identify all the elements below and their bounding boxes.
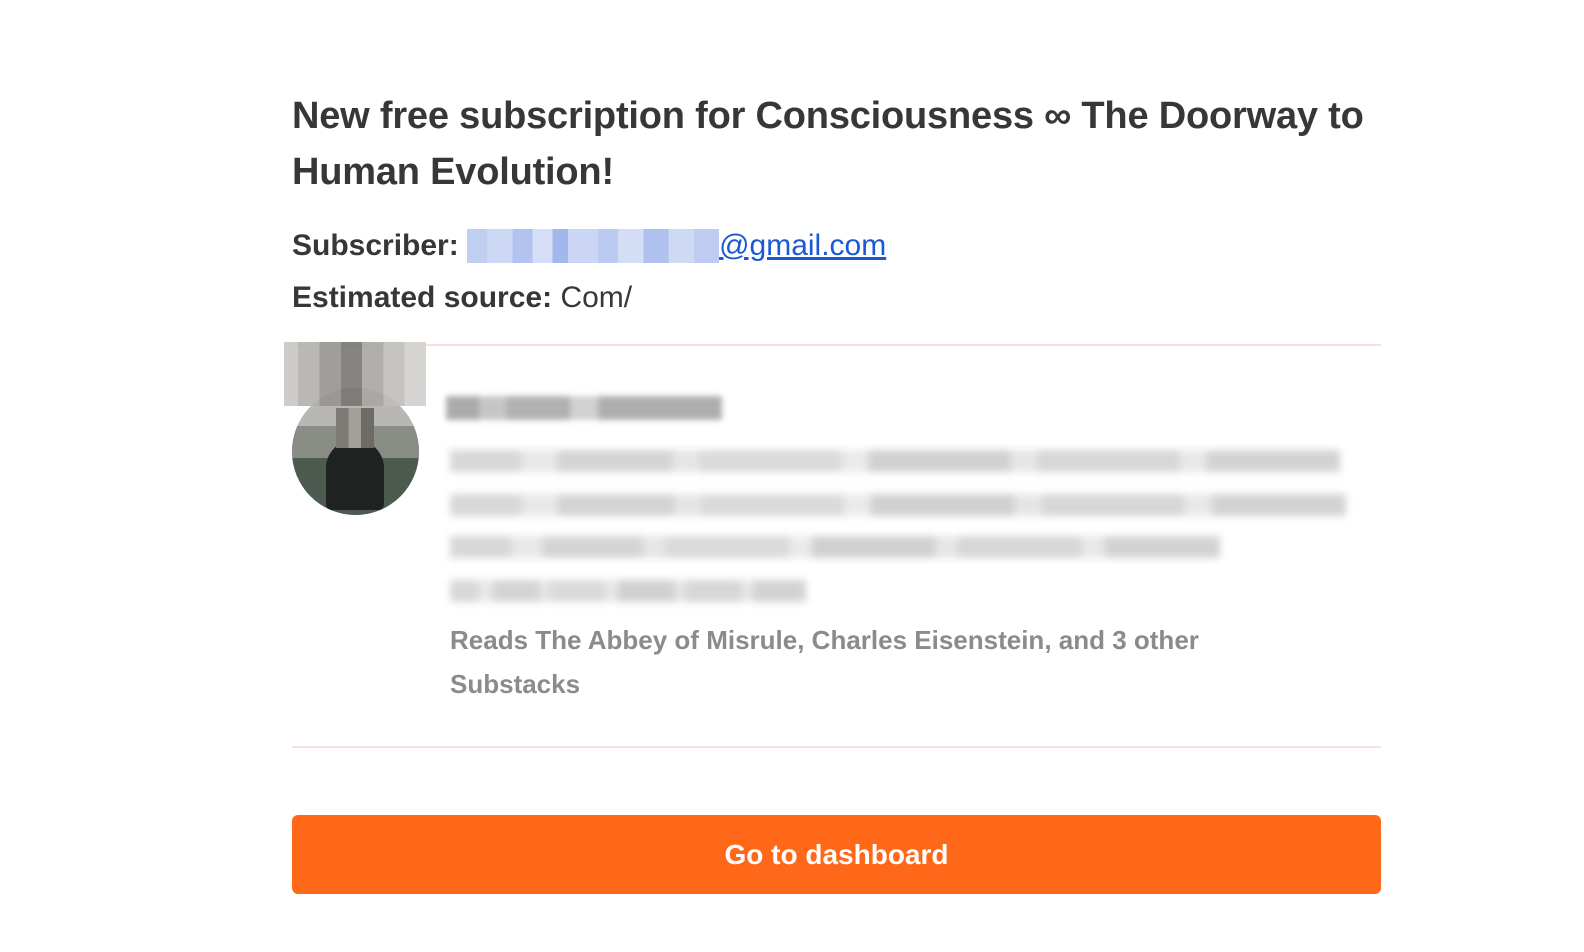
subscriber-email-domain: @gmail.com xyxy=(719,229,887,262)
avatar-pixelation xyxy=(284,342,426,406)
subscriber-label: Subscriber: xyxy=(292,229,459,262)
email-content: New free subscription for Consciousness … xyxy=(284,88,1381,748)
redacted-bio-line xyxy=(450,450,1340,472)
redacted-bio-line xyxy=(450,536,1220,558)
source-row: Estimated source: Com/ xyxy=(292,272,1381,324)
source-value: Com/ xyxy=(560,281,633,314)
redacted-email-block xyxy=(467,229,720,263)
subscriber-profile: Reads The Abbey of Misrule, Charles Eise… xyxy=(284,342,1381,746)
subscription-meta: Subscriber: @gmail.com Estimated source:… xyxy=(292,220,1381,324)
avatar xyxy=(292,388,419,515)
divider-bottom xyxy=(292,746,1381,748)
redacted-bio-line xyxy=(450,494,1346,516)
redacted-subscriber-name xyxy=(446,396,722,420)
source-label: Estimated source: xyxy=(292,281,553,314)
subscriber-email-link[interactable]: @gmail.com xyxy=(467,229,887,263)
go-to-dashboard-button[interactable]: Go to dashboard xyxy=(292,815,1381,894)
subscriber-row: Subscriber: @gmail.com xyxy=(292,220,1381,272)
redacted-bio-line xyxy=(450,580,806,602)
reads-substacks-text: Reads The Abbey of Misrule, Charles Eise… xyxy=(450,625,1199,699)
page-title: New free subscription for Consciousness … xyxy=(292,95,1364,193)
